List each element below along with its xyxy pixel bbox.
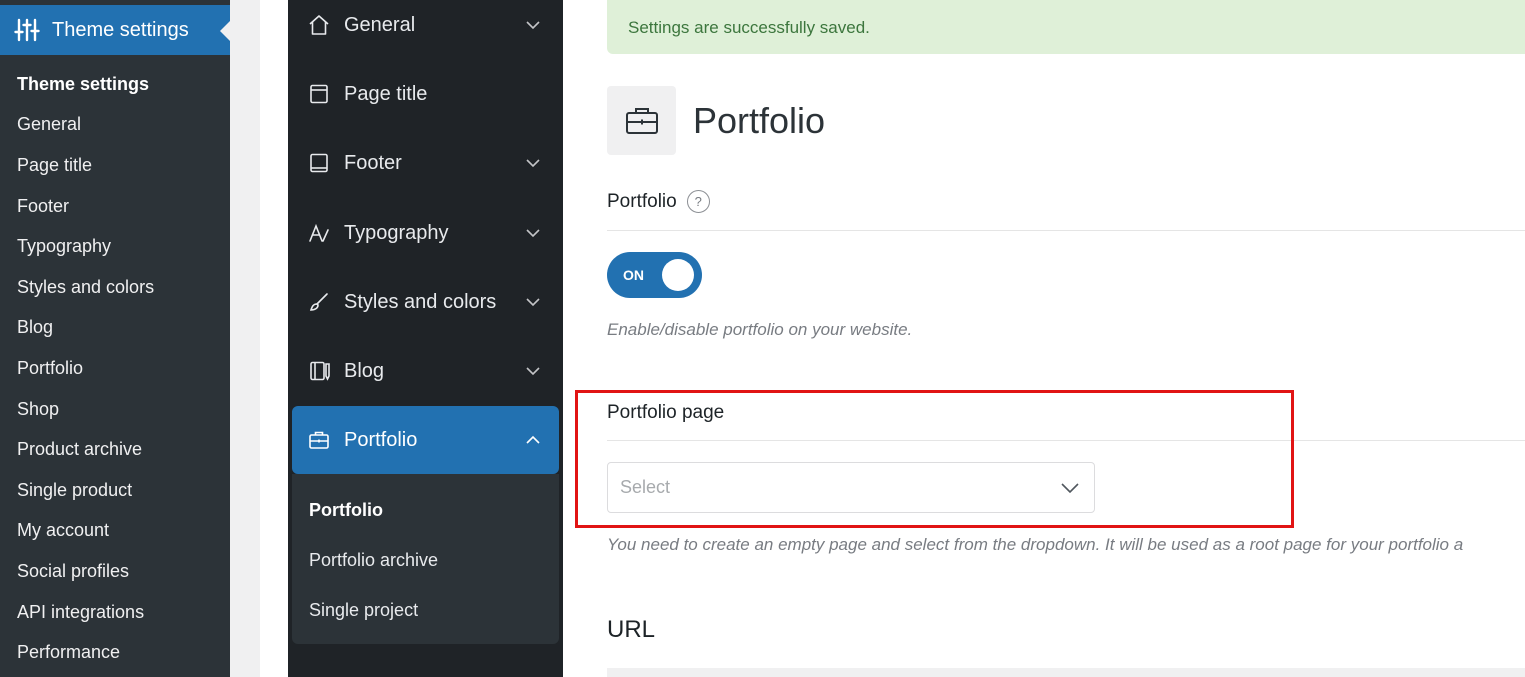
- nav-item-typography-label: Typography: [344, 221, 449, 244]
- nav-item-footer-label: Footer: [344, 151, 402, 174]
- sliders-icon: [14, 17, 40, 43]
- nav-item-styles-and-colors[interactable]: Styles and colors: [292, 268, 559, 336]
- brush-icon: [308, 291, 330, 313]
- url-section-title: URL: [607, 616, 656, 643]
- nav-item-general-label: General: [344, 13, 416, 36]
- submenu-item-portfolio-archive[interactable]: Portfolio archive: [292, 535, 559, 585]
- chevron-down-icon: [525, 17, 541, 33]
- briefcase-icon: [308, 429, 330, 451]
- nav-item-page-title[interactable]: Page title: [292, 60, 559, 128]
- section-divider: [607, 440, 1525, 441]
- wp-submenu-item-social-profiles[interactable]: Social profiles: [0, 551, 230, 592]
- nav-item-portfolio-label: Portfolio: [344, 428, 418, 451]
- chevron-up-icon: [525, 432, 541, 448]
- wp-submenu-item-product-archive[interactable]: Product archive: [0, 429, 230, 470]
- notebook-icon: [308, 360, 330, 382]
- wp-submenu-item-theme-settings[interactable]: Theme settings: [0, 64, 230, 105]
- nav-item-general[interactable]: General: [292, 0, 559, 59]
- nav-item-blog[interactable]: Blog: [292, 337, 559, 405]
- portfolio-setting-label: Portfolio ?: [607, 190, 710, 213]
- admin-gutter: [230, 0, 260, 677]
- help-icon[interactable]: ?: [686, 190, 710, 213]
- active-menu-notch: [220, 21, 230, 41]
- wp-admin-sidebar: Theme settings Theme settings General Pa…: [0, 0, 230, 677]
- content-gutter: [260, 0, 288, 677]
- wp-submenu-item-general[interactable]: General: [0, 105, 230, 146]
- wp-submenu-item-portfolio[interactable]: Portfolio: [0, 348, 230, 389]
- portfolio-setting-label-text: Portfolio: [607, 190, 677, 212]
- url-field[interactable]: [607, 668, 1525, 677]
- chevron-down-icon: [525, 155, 541, 171]
- section-divider: [607, 230, 1525, 231]
- portfolio-toggle-description: Enable/disable portfolio on your website…: [607, 320, 913, 339]
- wp-submenu: Theme settings General Page title Footer…: [0, 64, 230, 673]
- page-title: Portfolio: [693, 100, 826, 141]
- wp-menu-theme-settings-label: Theme settings: [52, 18, 189, 41]
- wp-menu-theme-settings[interactable]: Theme settings: [0, 5, 230, 55]
- theme-settings-nav: General Page title Footer Typography Sty…: [288, 0, 563, 677]
- wp-submenu-item-performance[interactable]: Performance: [0, 632, 230, 673]
- page-icon: [308, 83, 330, 105]
- portfolio-page-select[interactable]: Select: [607, 462, 1095, 513]
- book-icon: [308, 152, 330, 174]
- wp-submenu-item-single-product[interactable]: Single product: [0, 470, 230, 511]
- wp-submenu-item-shop[interactable]: Shop: [0, 389, 230, 430]
- wp-submenu-item-api-integrations[interactable]: API integrations: [0, 592, 230, 633]
- main-content: Settings are successfully saved. Portfol…: [563, 0, 1525, 677]
- nav-item-portfolio[interactable]: Portfolio: [292, 406, 559, 474]
- nav-item-footer[interactable]: Footer: [292, 129, 559, 197]
- portfolio-page-label: Portfolio page: [607, 402, 724, 424]
- success-notice: Settings are successfully saved.: [607, 0, 1525, 54]
- submenu-item-single-project[interactable]: Single project: [292, 585, 559, 635]
- wp-submenu-item-page-title[interactable]: Page title: [0, 145, 230, 186]
- typography-icon: [308, 222, 330, 244]
- nav-item-styles-and-colors-label: Styles and colors: [344, 290, 497, 313]
- toggle-state-text: ON: [623, 267, 644, 283]
- portfolio-page-description: You need to create an empty page and sel…: [607, 535, 1464, 554]
- portfolio-toggle[interactable]: ON: [607, 252, 702, 298]
- home-icon: [308, 14, 330, 36]
- nav-item-blog-label: Blog: [344, 359, 385, 382]
- page-briefcase-icon: [607, 86, 676, 155]
- toggle-knob: [662, 259, 694, 291]
- wp-submenu-item-styles-and-colors[interactable]: Styles and colors: [0, 267, 230, 308]
- wp-submenu-item-footer[interactable]: Footer: [0, 186, 230, 227]
- wp-submenu-item-blog[interactable]: Blog: [0, 308, 230, 349]
- submenu-item-portfolio[interactable]: Portfolio: [292, 485, 559, 535]
- chevron-down-icon: [525, 363, 541, 379]
- wp-submenu-item-my-account[interactable]: My account: [0, 511, 230, 552]
- wp-submenu-item-typography[interactable]: Typography: [0, 226, 230, 267]
- nav-item-page-title-label: Page title: [344, 82, 428, 105]
- portfolio-submenu: Portfolio Portfolio archive Single proje…: [292, 474, 559, 644]
- nav-item-typography[interactable]: Typography: [292, 199, 559, 267]
- success-notice-text: Settings are successfully saved.: [628, 18, 870, 37]
- portfolio-page-label-text: Portfolio page: [607, 402, 725, 423]
- chevron-down-icon: [1060, 480, 1080, 496]
- chevron-down-icon: [525, 294, 541, 310]
- select-placeholder: Select: [620, 477, 671, 497]
- chevron-down-icon: [525, 225, 541, 241]
